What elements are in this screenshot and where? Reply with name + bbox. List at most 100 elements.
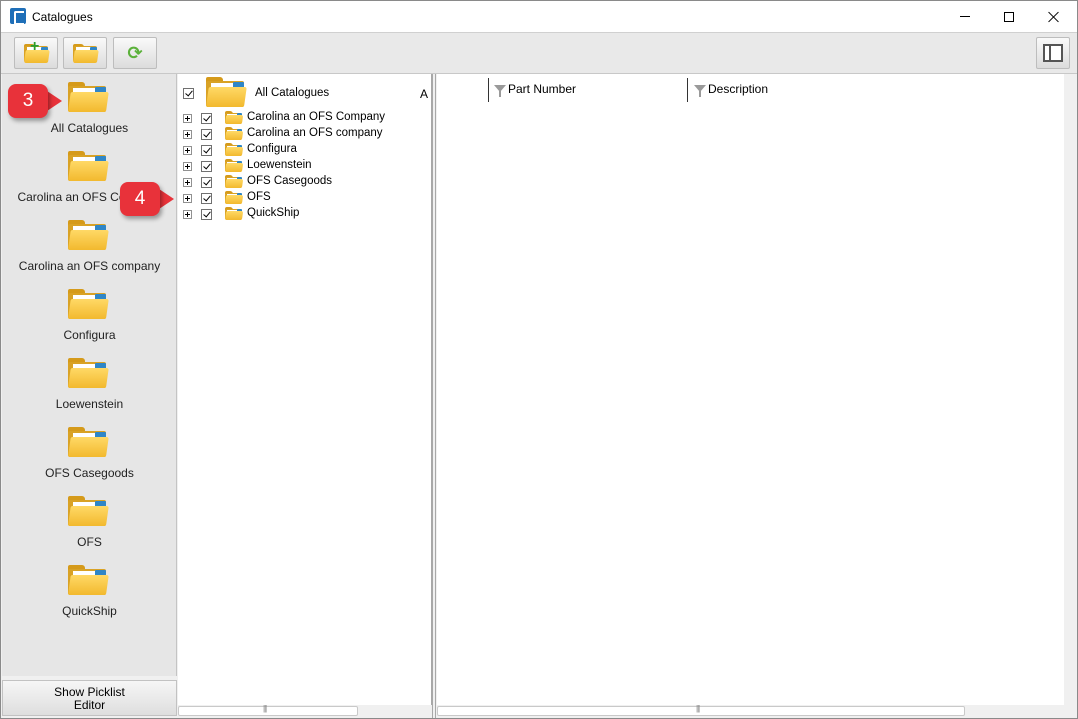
tree-horizontal-scrollbar[interactable] bbox=[178, 704, 432, 717]
column-separator[interactable] bbox=[687, 78, 688, 102]
catalogue-tree: All Catalogues A Carolina an OFS Company… bbox=[178, 74, 432, 706]
folder-icon bbox=[68, 565, 109, 595]
tree-root-all-catalogues[interactable]: All Catalogues A bbox=[178, 74, 432, 112]
refresh-icon: ⟳ bbox=[127, 42, 143, 63]
panel-splitter[interactable] bbox=[432, 74, 436, 718]
add-catalogue-button[interactable] bbox=[14, 37, 58, 69]
sidebar-item-ofs[interactable]: OFS bbox=[2, 488, 177, 557]
sidebar-item-ofs-casegoods[interactable]: OFS Casegoods bbox=[2, 419, 177, 488]
toolbar: ⟳ bbox=[1, 32, 1077, 74]
open-folder-icon bbox=[73, 43, 99, 63]
callout-number: 3 bbox=[8, 84, 48, 118]
minimize-icon bbox=[960, 16, 970, 17]
folder-icon bbox=[225, 111, 244, 124]
column-header-label: Part Number bbox=[508, 82, 577, 96]
folder-icon bbox=[68, 151, 109, 181]
sidebar-item-configura[interactable]: Configura bbox=[2, 281, 177, 350]
tree-row[interactable]: Carolina an OFS company bbox=[178, 126, 432, 142]
tree-row-label: Loewenstein bbox=[247, 159, 312, 171]
window-title: Catalogues bbox=[32, 10, 93, 24]
folder-icon bbox=[225, 207, 244, 220]
tree-row-label: OFS Casegoods bbox=[247, 175, 333, 187]
folder-icon bbox=[225, 127, 244, 140]
catalogue-app-icon bbox=[10, 8, 26, 25]
folder-icon bbox=[68, 220, 109, 250]
panel-layout-icon bbox=[1043, 44, 1063, 62]
expand-icon[interactable] bbox=[183, 194, 192, 203]
tree-root-checkbox[interactable] bbox=[183, 88, 194, 99]
expand-icon[interactable] bbox=[183, 146, 192, 155]
sidebar-item-loewenstein[interactable]: Loewenstein bbox=[2, 350, 177, 419]
picklist-button-line2: Editor bbox=[73, 698, 106, 712]
refresh-button[interactable]: ⟳ bbox=[113, 37, 157, 69]
tree-row-checkbox[interactable] bbox=[201, 129, 212, 140]
expand-icon[interactable] bbox=[183, 114, 192, 123]
expand-icon[interactable] bbox=[183, 178, 192, 187]
tree-row[interactable]: OFS bbox=[178, 190, 432, 206]
expand-icon[interactable] bbox=[183, 130, 192, 139]
sidebar-item-label: OFS bbox=[77, 535, 102, 549]
tree-row[interactable]: OFS Casegoods bbox=[178, 174, 432, 190]
filter-icon[interactable] bbox=[694, 84, 706, 97]
tree-row-checkbox[interactable] bbox=[201, 209, 212, 220]
tree-row-label: Configura bbox=[247, 143, 297, 155]
sidebar-item-quickship[interactable]: QuickShip bbox=[2, 557, 177, 626]
panel-toggle-button[interactable] bbox=[1036, 37, 1070, 69]
tree-row[interactable]: QuickShip bbox=[178, 206, 432, 222]
folder-icon bbox=[225, 175, 244, 188]
folder-icon bbox=[225, 159, 244, 172]
maximize-icon bbox=[1004, 11, 1014, 22]
callout-number: 4 bbox=[120, 182, 160, 216]
scroll-thumb[interactable] bbox=[437, 704, 965, 716]
sidebar-item-label: QuickShip bbox=[62, 604, 117, 618]
tree-row-checkbox[interactable] bbox=[201, 113, 212, 124]
parts-grid: Part Number Description bbox=[437, 74, 1064, 706]
tree-root-suffix: A bbox=[420, 87, 429, 101]
tree-row-checkbox[interactable] bbox=[201, 193, 212, 204]
grid-horizontal-scrollbar[interactable] bbox=[437, 704, 1064, 717]
tree-row-label: OFS bbox=[247, 191, 271, 203]
catalogue-sidebar: All Catalogues Carolina an OFS Company C… bbox=[2, 74, 177, 676]
expand-icon[interactable] bbox=[183, 210, 192, 219]
tree-row[interactable]: Loewenstein bbox=[178, 158, 432, 174]
minimize-button[interactable] bbox=[942, 1, 988, 32]
title-bar: Catalogues bbox=[1, 1, 1077, 32]
column-header-label: Description bbox=[708, 82, 769, 96]
open-catalogue-button[interactable] bbox=[63, 37, 107, 69]
close-button[interactable] bbox=[1031, 1, 1077, 32]
grid-header: Part Number Description bbox=[437, 74, 1064, 102]
sidebar-item-carolina-ofs-company-lower[interactable]: Carolina an OFS company bbox=[2, 212, 177, 281]
folder-icon bbox=[68, 82, 109, 112]
add-folder-icon bbox=[24, 38, 50, 63]
folder-icon bbox=[225, 143, 244, 156]
folder-icon bbox=[68, 427, 109, 457]
column-header-part-number[interactable]: Part Number bbox=[494, 82, 577, 97]
tree-row-checkbox[interactable] bbox=[201, 145, 212, 156]
tree-row-checkbox[interactable] bbox=[201, 161, 212, 172]
tree-row[interactable]: Carolina an OFS Company bbox=[178, 110, 432, 126]
show-picklist-editor-button[interactable]: Show Picklist Editor bbox=[2, 680, 177, 716]
column-separator[interactable] bbox=[488, 78, 489, 102]
folder-icon bbox=[68, 358, 109, 388]
folder-icon bbox=[68, 289, 109, 319]
scroll-thumb[interactable] bbox=[178, 704, 358, 716]
tree-root-label: All Catalogues bbox=[255, 87, 330, 99]
filter-icon[interactable] bbox=[494, 84, 506, 97]
close-icon bbox=[1048, 11, 1060, 23]
maximize-button[interactable] bbox=[986, 1, 1032, 32]
sidebar-item-label: Configura bbox=[63, 328, 116, 342]
folder-icon bbox=[225, 191, 244, 204]
expand-icon[interactable] bbox=[183, 162, 192, 171]
tree-row-label: Carolina an OFS company bbox=[247, 127, 383, 139]
sidebar-item-label: All Catalogues bbox=[50, 121, 129, 135]
column-header-description[interactable]: Description bbox=[694, 82, 769, 97]
sidebar-item-label: Loewenstein bbox=[55, 397, 124, 411]
folder-icon bbox=[68, 496, 109, 526]
sidebar-item-label: Carolina an OFS company bbox=[18, 259, 161, 273]
folder-icon bbox=[206, 77, 247, 107]
grid-vertical-scrollbar[interactable] bbox=[1064, 74, 1076, 706]
tree-row-checkbox[interactable] bbox=[201, 177, 212, 188]
tree-row[interactable]: Configura bbox=[178, 142, 432, 158]
sidebar-item-label: OFS Casegoods bbox=[45, 466, 134, 480]
tree-row-label: Carolina an OFS Company bbox=[247, 111, 386, 123]
